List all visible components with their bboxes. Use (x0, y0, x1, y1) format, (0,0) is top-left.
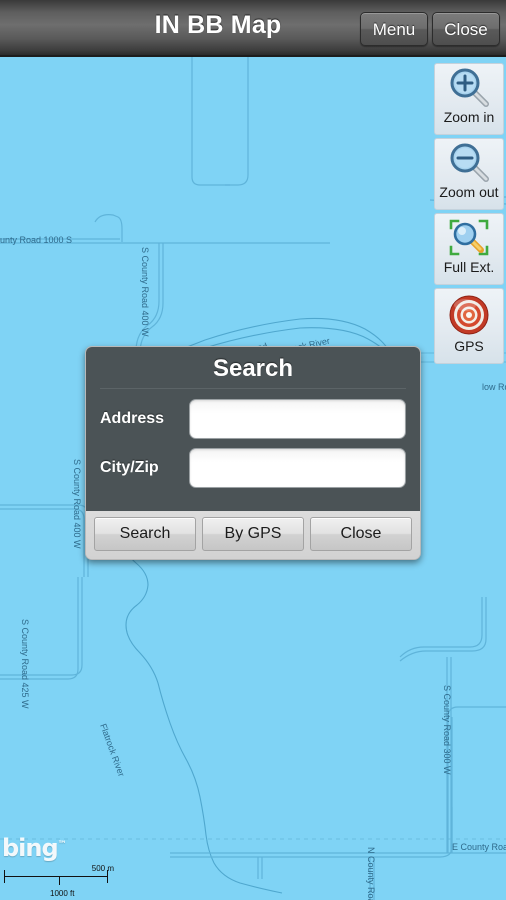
zoom-in-label: Zoom in (443, 109, 495, 125)
scale-bar-line (4, 876, 108, 877)
address-input[interactable] (189, 399, 406, 439)
map-label-n-county-road-350-e: N County Road 350 E (366, 847, 376, 900)
map-application: IN BB Map Menu Close .rd { fill:none; st… (0, 0, 506, 900)
address-label: Address (100, 410, 165, 427)
map-label-s-county-road-400-w-a: S County Road 400 W (140, 247, 150, 337)
city-zip-field-row: City/Zip (100, 448, 406, 488)
zoom-in-button[interactable]: Zoom in (434, 63, 504, 135)
map-tool-strip: Zoom in Zoom out Full Ext. GPS (434, 63, 504, 367)
scale-tick-mid (59, 876, 60, 885)
full-extent-label: Full Ext. (443, 259, 495, 275)
map-label-county-road-1000-s: unty Road 1000 S (0, 235, 72, 245)
by-gps-button[interactable]: By GPS (202, 517, 304, 551)
map-label-flatrock-river-b: Flatrock River (98, 722, 126, 778)
magnifier-minus-icon (435, 139, 503, 185)
zoom-out-label: Zoom out (439, 184, 499, 200)
page-title: IN BB Map (154, 11, 282, 39)
search-dialog-title: Search (100, 355, 406, 389)
search-submit-button[interactable]: Search (94, 517, 196, 551)
scale-bar: 500 m 1000 ft (4, 864, 114, 898)
close-button[interactable]: Close (432, 12, 500, 46)
scale-imperial-label: 1000 ft (50, 889, 75, 898)
bing-wordmark: bing (2, 834, 59, 862)
search-dialog: Search Address City/Zip Search By GPS Cl… (85, 346, 421, 560)
map-label-s-county-road-425-w: S County Road 425 W (20, 619, 30, 709)
full-extent-icon (435, 214, 503, 260)
scale-tick-left (4, 870, 5, 883)
search-dialog-body: Search Address City/Zip (86, 347, 420, 511)
city-zip-input[interactable] (189, 448, 406, 488)
bing-logo: bing™ (2, 834, 67, 862)
city-zip-label: City/Zip (100, 459, 159, 476)
address-field-row: Address (100, 399, 406, 439)
map-label-e-county-road-1: E County Road 1 (452, 842, 506, 852)
search-dialog-button-bar: Search By GPS Close (86, 511, 420, 559)
dialog-close-button[interactable]: Close (310, 517, 412, 551)
map-label-willow-rd-right: low Rd (482, 382, 506, 392)
menu-button[interactable]: Menu (360, 12, 428, 46)
gps-target-icon (435, 289, 503, 339)
scale-metric-label: 500 m (91, 864, 114, 873)
gps-label: GPS (454, 338, 484, 354)
map-label-s-county-road-300-w: S County Road 300 W (442, 685, 452, 775)
magnifier-plus-icon (435, 64, 503, 110)
full-extent-button[interactable]: Full Ext. (434, 213, 504, 285)
gps-button[interactable]: GPS (434, 288, 504, 364)
title-bar: IN BB Map Menu Close (0, 0, 506, 57)
map-label-s-county-road-400-w-b: S County Road 400 W (72, 459, 82, 549)
zoom-out-button[interactable]: Zoom out (434, 138, 504, 210)
scale-tick-right (107, 870, 108, 883)
